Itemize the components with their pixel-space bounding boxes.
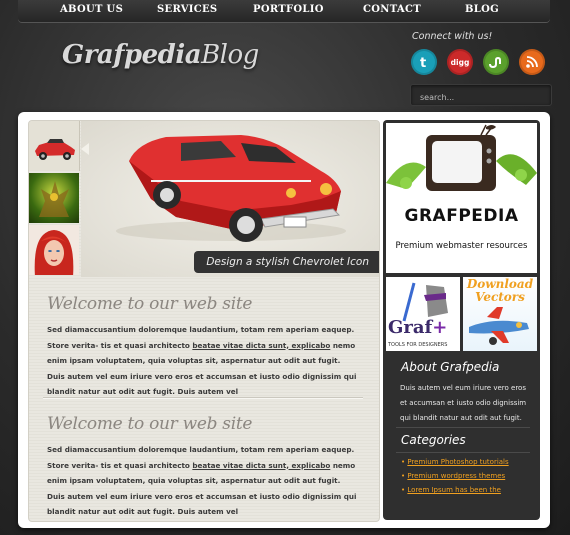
slider-caption: Design a stylish Chevrolet Icon <box>194 251 379 273</box>
article-body: Sed diamaccusantium doloremque laudantiu… <box>47 442 357 520</box>
connect-label: Connect with us! <box>412 31 493 42</box>
category-label: Premium Photoshop tutorials <box>407 458 509 466</box>
category-link[interactable]: • Premium wordpress themes <box>401 472 505 480</box>
digg-icon[interactable]: digg <box>447 49 473 75</box>
nav-about-us[interactable]: ABOUT US <box>60 4 123 15</box>
logo-light-text: Blog <box>201 40 259 70</box>
categories-heading: Categories <box>401 433 466 447</box>
grafplus-logo: Graf+ <box>388 317 447 338</box>
slider-thumbnails <box>29 121 81 277</box>
article-divider <box>43 397 363 399</box>
search-box <box>410 84 552 107</box>
nav-portfolio[interactable]: PORTFOLIO <box>253 4 324 15</box>
site-logo[interactable]: GrafpediaBlog <box>62 40 259 70</box>
svg-text:t: t <box>420 56 426 69</box>
about-text: Duis autem vel eum iriure vero eros et a… <box>400 384 527 422</box>
stumbleupon-icon[interactable] <box>483 49 509 75</box>
airplane-illustration <box>469 307 529 345</box>
paint-bucket-illustration <box>402 282 448 322</box>
ad-brand-text: GRAFPEDIA <box>404 206 519 226</box>
grafplus-brand: Graf <box>388 317 433 338</box>
article-title[interactable]: Welcome to our web site <box>47 294 357 314</box>
download-vectors-ad[interactable]: Download Vectors <box>463 277 537 351</box>
article-body: Sed diamaccusantium doloremque laudantiu… <box>47 322 357 400</box>
dragon-thumbnail[interactable] <box>29 173 79 223</box>
category-link[interactable]: • Premium Photoshop tutorials <box>401 458 509 466</box>
grafplus-plus: + <box>432 317 448 338</box>
sidebar-divider <box>396 427 530 428</box>
main-nav: ABOUT US SERVICES PORTFOLIO CONTACT BLOG <box>18 0 550 22</box>
digg-icon-text: digg <box>450 57 470 67</box>
nav-contact[interactable]: CONTACT <box>363 4 421 15</box>
grafplus-tag: TOOLS FOR DESIGNERS <box>388 342 448 348</box>
sidebar-divider <box>396 452 530 453</box>
nav-blog[interactable]: BLOG <box>465 4 499 15</box>
article-link[interactable]: beatae vitae dicta sunt, explicabo <box>192 461 330 470</box>
ad-tagline: Premium webmaster resources <box>395 241 528 251</box>
category-link[interactable]: • Lorem Ipsum has been the <box>401 486 501 494</box>
logo-bold-text: Grafpedia <box>62 40 202 70</box>
article-link[interactable]: beatae vitae dicta sunt, explicabo <box>192 341 330 350</box>
article-title[interactable]: Welcome to our web site <box>47 414 357 434</box>
article-1: Welcome to our web site Sed diamaccusant… <box>47 294 357 400</box>
rss-icon[interactable] <box>519 49 545 75</box>
about-heading: About Grafpedia <box>401 360 500 374</box>
red-car-thumbnail[interactable] <box>29 121 80 171</box>
twitter-icon[interactable]: t <box>411 49 437 75</box>
article-2: Welcome to our web site Sed diamaccusant… <box>47 414 357 520</box>
redhead-woman-thumbnail[interactable] <box>29 225 79 275</box>
category-label: Lorem Ipsum has been the <box>407 486 501 494</box>
search-input[interactable] <box>411 88 540 107</box>
category-label: Premium wordpress themes <box>407 472 506 480</box>
main-panel: Design a stylish Chevrolet Icon Welcome … <box>28 120 380 522</box>
featured-slider[interactable]: Design a stylish Chevrolet Icon <box>81 121 379 277</box>
grafplus-ad[interactable]: Graf+ TOOLS FOR DESIGNERS <box>386 277 460 351</box>
nav-services[interactable]: SERVICES <box>157 4 217 15</box>
grafpedia-ad-banner[interactable]: GRAFPEDIA Premium webmaster resources <box>386 123 537 273</box>
tv-illustration <box>386 124 537 191</box>
